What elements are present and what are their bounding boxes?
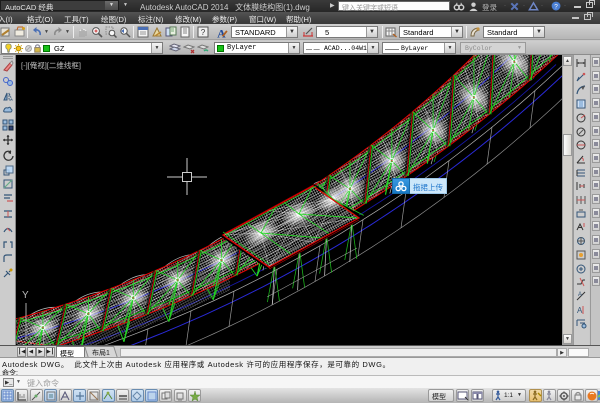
- svg-text:A: A: [577, 306, 583, 315]
- svg-text:Y: Y: [22, 290, 29, 301]
- svg-text:A: A: [578, 292, 582, 298]
- svg-text:?: ?: [554, 3, 558, 10]
- svg-text:[-][俺视][二维线框]: [-][俺视][二维线框]: [21, 60, 81, 70]
- svg-text:?: ?: [201, 28, 206, 37]
